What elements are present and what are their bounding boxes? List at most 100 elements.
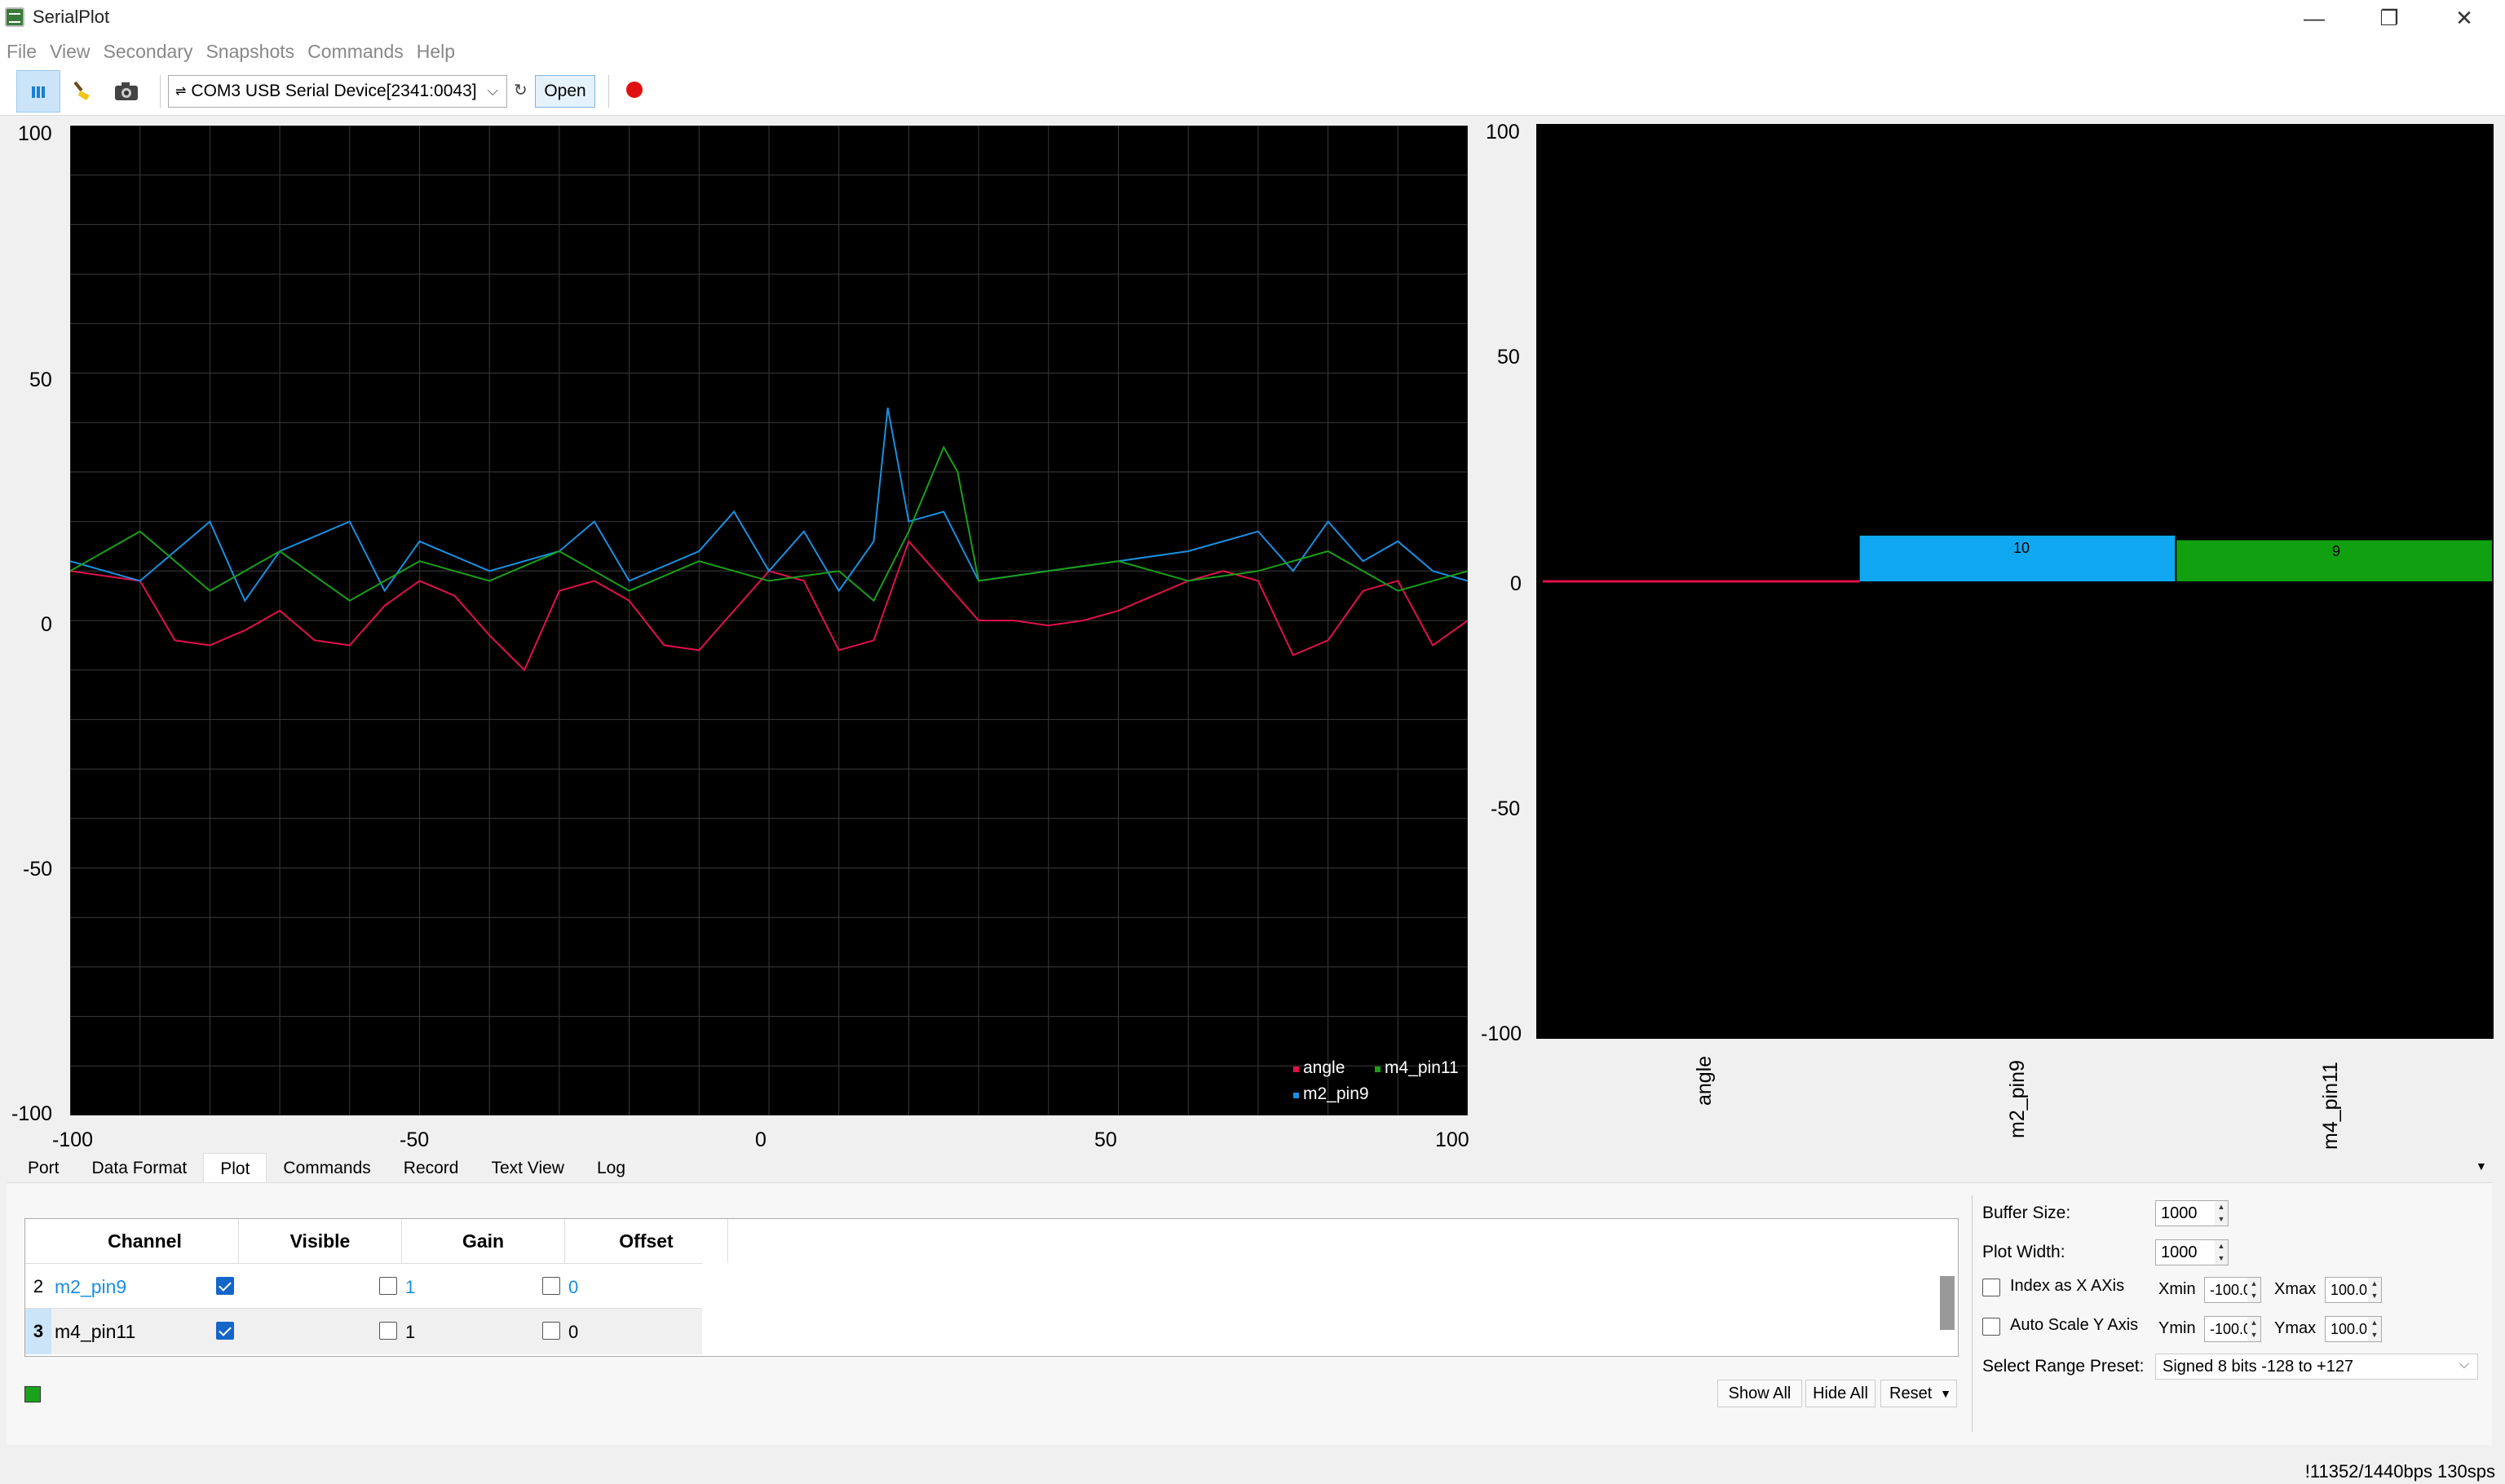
channel-color-swatch[interactable]: [24, 1386, 41, 1402]
xmin-spinbox[interactable]: -100.0 ▲ ▼: [2204, 1277, 2261, 1303]
legend-swatch-angle: [1293, 1067, 1299, 1072]
line-plot-canvas[interactable]: angle m4_pin11 m2_pin9: [69, 125, 1469, 1116]
category-label: m2_pin9: [2006, 1060, 2029, 1138]
usb-icon: ⇌: [175, 85, 187, 99]
bar-plot-svg: [1543, 535, 2492, 583]
bar-chart-icon[interactable]: [16, 70, 60, 113]
record-icon[interactable]: [626, 82, 643, 98]
tab-bar: Port Data Format Plot Commands Record Te…: [11, 1153, 642, 1184]
tab-data-format[interactable]: Data Format: [76, 1153, 204, 1184]
gain-value[interactable]: 1: [405, 1277, 415, 1298]
refresh-icon[interactable]: ↻: [514, 80, 528, 100]
spin-arrows-icon[interactable]: ▲ ▼: [2215, 1240, 2228, 1265]
menu-bar: File View Secondary Snapshots Commands H…: [0, 36, 2505, 67]
y-tick-label: -100: [11, 1102, 53, 1125]
tab-log[interactable]: Log: [581, 1153, 642, 1184]
buffer-size-label: Buffer Size:: [1982, 1204, 2071, 1222]
bar-y-tick-label: -50: [1491, 797, 1521, 820]
index-as-x-checkbox[interactable]: [1982, 1279, 2000, 1296]
line-plot-svg: [69, 125, 1469, 1116]
y-tick-label: 100: [18, 122, 52, 145]
menu-file[interactable]: File: [7, 41, 37, 63]
table-row[interactable]: 2 m2_pin9 1 0: [25, 1263, 702, 1309]
reset-button[interactable]: Reset ▼: [1880, 1380, 1957, 1407]
camera-icon[interactable]: [104, 70, 148, 113]
reset-button-label: Reset: [1889, 1384, 1933, 1402]
ymin-value: -100.0: [2210, 1320, 2252, 1337]
tab-record[interactable]: Record: [387, 1153, 475, 1184]
legend-swatch-m4-pin11: [1375, 1067, 1381, 1072]
ymin-spinbox[interactable]: -100.0 ▲ ▼: [2204, 1316, 2261, 1342]
bar-plot-canvas[interactable]: 10 9: [1536, 124, 2494, 1039]
legend-m4-pin11: m4_pin11: [1385, 1058, 1459, 1077]
range-preset-select[interactable]: Signed 8 bits -128 to +127 ⌵: [2155, 1354, 2478, 1380]
hide-all-button[interactable]: Hide All: [1805, 1380, 1875, 1407]
chevron-down-icon: ⌵: [2459, 1358, 2469, 1371]
row-number: 3: [25, 1309, 51, 1354]
range-preset-label: Select Range Preset:: [1982, 1357, 2145, 1376]
tab-text-view[interactable]: Text View: [475, 1153, 581, 1184]
brush-icon[interactable]: [60, 70, 104, 113]
menu-commands[interactable]: Commands: [307, 41, 404, 63]
column-header-channel[interactable]: Channel: [51, 1219, 239, 1263]
visible-checkbox[interactable]: [216, 1277, 234, 1295]
spin-arrows-icon[interactable]: ▲ ▼: [2368, 1278, 2381, 1302]
restore-button[interactable]: ❐: [2352, 0, 2427, 36]
visible-checkbox[interactable]: [216, 1322, 234, 1340]
reset-dropdown-icon[interactable]: ▼: [1940, 1387, 1951, 1400]
column-header-visible[interactable]: Visible: [239, 1219, 402, 1263]
ymax-spinbox[interactable]: 100.0 ▲ ▼: [2325, 1316, 2382, 1342]
spin-arrows-icon[interactable]: ▲ ▼: [2368, 1317, 2381, 1341]
gain-checkbox[interactable]: [379, 1277, 397, 1295]
ymax-value: 100.0: [2330, 1320, 2368, 1337]
offset-checkbox[interactable]: [542, 1322, 560, 1340]
auto-scale-y-label: Auto Scale Y Axis: [2010, 1316, 2139, 1334]
close-button[interactable]: ✕: [2427, 0, 2502, 36]
channel-name[interactable]: m2_pin9: [55, 1264, 126, 1310]
category-label: m4_pin11: [2319, 1062, 2342, 1150]
legend-swatch-m2-pin9: [1293, 1093, 1299, 1098]
menu-view[interactable]: View: [50, 41, 90, 63]
bar-y-tick-label: 0: [1510, 572, 1522, 595]
tab-menu-arrow-icon[interactable]: ▼: [2476, 1159, 2487, 1173]
tab-commands[interactable]: Commands: [267, 1153, 387, 1184]
spin-arrows-icon[interactable]: ▲ ▼: [2247, 1317, 2260, 1341]
auto-scale-y-checkbox[interactable]: [1982, 1318, 2000, 1336]
table-scrollbar-thumb[interactable]: [1940, 1276, 1955, 1330]
toolbar-separator: [160, 75, 161, 108]
column-header-gain[interactable]: Gain: [402, 1219, 565, 1263]
bar-y-tick-label: 100: [1486, 121, 1520, 144]
y-tick-label: -50: [23, 858, 53, 881]
menu-secondary[interactable]: Secondary: [104, 41, 193, 63]
buffer-size-spinbox[interactable]: 1000 ▲ ▼: [2155, 1200, 2229, 1226]
ymin-label: Ymin: [2158, 1319, 2196, 1337]
offset-value[interactable]: 0: [568, 1277, 578, 1298]
show-all-button[interactable]: Show All: [1717, 1380, 1802, 1407]
gain-checkbox[interactable]: [379, 1322, 397, 1340]
port-select[interactable]: ⇌ COM3 USB Serial Device[2341:0043] ⌵: [168, 75, 507, 108]
gain-value[interactable]: 1: [405, 1322, 415, 1343]
menu-help[interactable]: Help: [417, 41, 455, 63]
category-label: angle: [1693, 1055, 1716, 1106]
plot-width-spinbox[interactable]: 1000 ▲ ▼: [2155, 1239, 2229, 1265]
column-header-offset[interactable]: Offset: [565, 1219, 728, 1263]
channel-name[interactable]: m4_pin11: [55, 1309, 135, 1354]
spin-arrows-icon[interactable]: ▲ ▼: [2215, 1201, 2228, 1226]
xmax-spinbox[interactable]: 100.0 ▲ ▼: [2325, 1277, 2382, 1303]
spin-arrows-icon[interactable]: ▲ ▼: [2247, 1278, 2260, 1302]
open-button[interactable]: Open: [535, 75, 595, 108]
tab-plot[interactable]: Plot: [203, 1153, 267, 1184]
x-tick-label: -50: [400, 1128, 430, 1151]
offset-value[interactable]: 0: [568, 1322, 578, 1343]
menu-snapshots[interactable]: Snapshots: [205, 41, 294, 63]
minimize-button[interactable]: —: [2277, 0, 2352, 36]
toolbar-separator-2: [608, 75, 609, 108]
offset-checkbox[interactable]: [542, 1277, 560, 1295]
tab-port[interactable]: Port: [11, 1153, 76, 1184]
table-row[interactable]: 3 m4_pin11 1 0: [25, 1309, 702, 1354]
app-icon: [5, 7, 24, 27]
xmax-value: 100.0: [2330, 1281, 2368, 1298]
bar-value-label: 9: [2331, 543, 2340, 559]
chevron-down-icon: ⌵: [487, 82, 498, 99]
legend-m2-pin9: m2_pin9: [1303, 1084, 1369, 1103]
